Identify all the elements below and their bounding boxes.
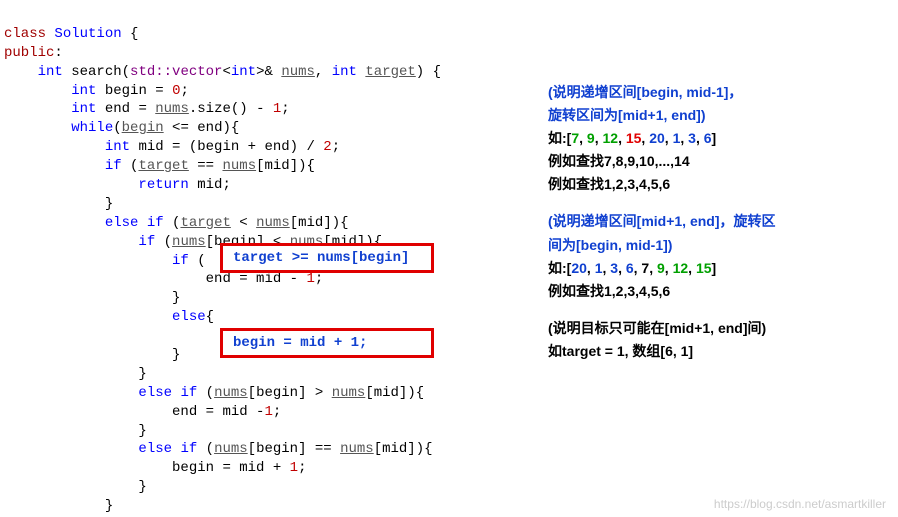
highlight-box-condition: target >= nums[begin] [220, 243, 434, 273]
anno1-line2: 旋转区间为[mid+1, end]) [548, 104, 894, 127]
param-nums: nums [281, 64, 315, 80]
class-name: Solution [54, 26, 121, 42]
anno1-example2: 例如查找1,2,3,4,5,6 [548, 173, 894, 196]
annotation-block-3: (说明目标只可能在[mid+1, end]间) 如target = 1, 数组[… [548, 317, 894, 363]
annotation-panel: (说明递增区间[begin, mid-1]， 旋转区间为[mid+1, end]… [544, 6, 894, 511]
annotation-block-2: (说明递增区间[mid+1, end]，旋转区 间为[begin, mid-1]… [548, 210, 894, 302]
anno2-array: 如:[20, 1, 3, 6, 7, 9, 12, 15] [548, 257, 894, 280]
anno1-array: 如:[7, 9, 12, 15, 20, 1, 3, 6] [548, 127, 894, 150]
anno2-line1: (说明递增区间[mid+1, end]，旋转区 [548, 210, 894, 233]
anno1-line1: (说明递增区间[begin, mid-1]， [548, 81, 894, 104]
anno2-example1: 例如查找1,2,3,4,5,6 [548, 280, 894, 303]
anno3-line1: (说明目标只可能在[mid+1, end]间) [548, 317, 894, 340]
anno3-line2: 如target = 1, 数组[6, 1] [548, 340, 894, 363]
anno1-example1: 例如查找7,8,9,10,...,14 [548, 150, 894, 173]
highlight-box-statement: begin = mid + 1; [220, 328, 434, 358]
code-block: class Solution { public: int search(std:… [4, 6, 544, 511]
highlight-text-2: begin = mid + 1; [233, 334, 367, 353]
anno2-line2: 间为[begin, mid-1]) [548, 234, 894, 257]
kw-class: class [4, 26, 46, 42]
page-root: class Solution { public: int search(std:… [0, 0, 898, 517]
kw-public: public [4, 45, 54, 61]
param-target: target [365, 64, 415, 80]
std-vector: std::vector [130, 64, 222, 80]
highlight-text-1: target >= nums[begin] [233, 249, 409, 268]
return-type: int [38, 64, 63, 80]
kw-while: while [71, 120, 113, 136]
annotation-block-1: (说明递增区间[begin, mid-1]， 旋转区间为[mid+1, end]… [548, 81, 894, 196]
